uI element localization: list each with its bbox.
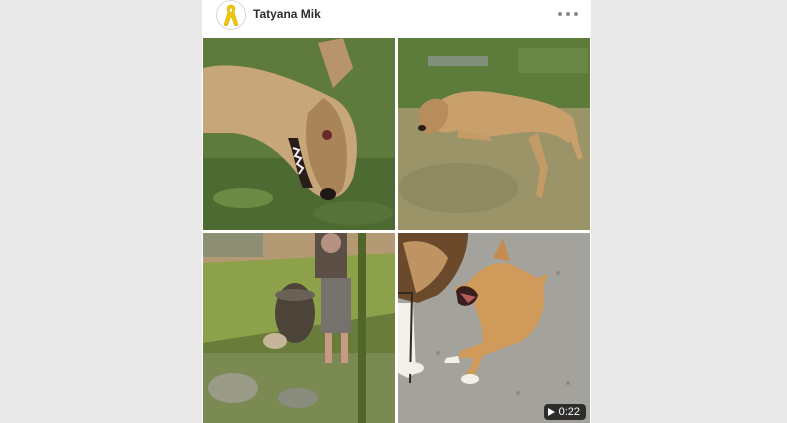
post-card: Tatyana Mik 0:22 [202,0,591,423]
avatar[interactable] [216,0,246,30]
video-duration: 0:22 [558,406,580,418]
post-photo-3[interactable] [203,233,395,423]
post-video[interactable]: 0:22 [398,233,590,423]
video-duration-badge: 0:22 [543,404,586,420]
post-photo-1[interactable] [203,38,395,230]
post-photo-2[interactable] [398,38,590,230]
post-header: Tatyana Mik [202,0,591,36]
play-icon [547,408,555,416]
author-name[interactable]: Tatyana Mik [253,7,321,21]
yellow-ribbon-icon [223,4,239,27]
more-horizontal-icon[interactable] [558,7,578,21]
